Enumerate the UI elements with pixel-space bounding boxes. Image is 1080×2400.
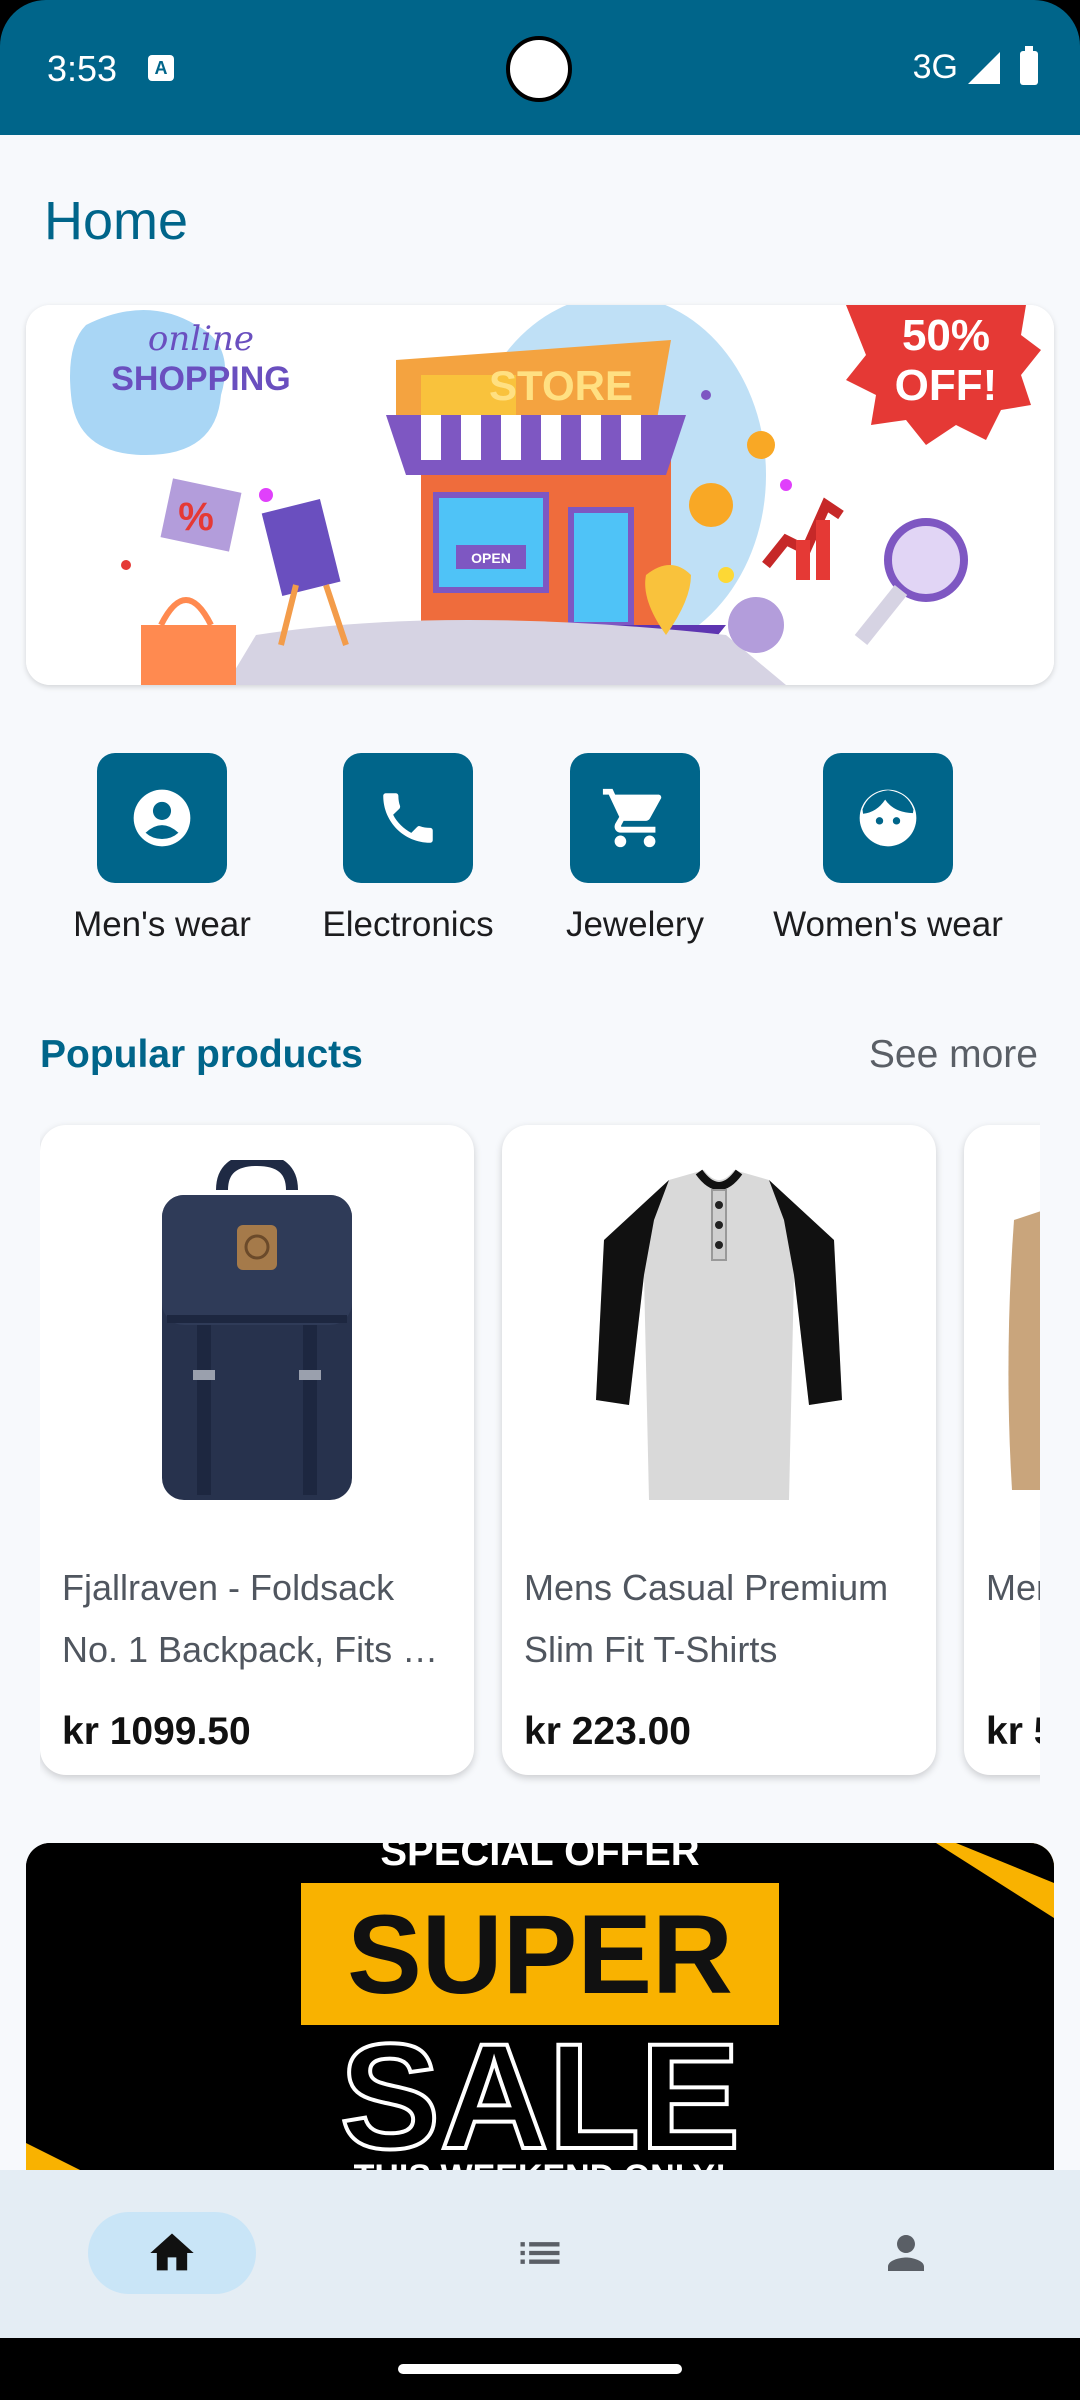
- status-bar: 3:53 A 3G: [0, 0, 1080, 135]
- banner-store-sign: STORE: [489, 362, 633, 409]
- gesture-bar[interactable]: [398, 2364, 682, 2374]
- category-label: Jewelery: [565, 905, 705, 944]
- camera-cutout: [506, 36, 572, 102]
- category-jewelery[interactable]: Jewelery: [515, 753, 755, 953]
- product-name: Fjallraven - Foldsack No. 1 Backpack, Fi…: [62, 1567, 443, 1670]
- product-card[interactable]: Mens Casual Premium Slim Fit T-Shirts kr…: [502, 1125, 936, 1775]
- banner-online-text: online: [148, 319, 254, 359]
- super-sale-banner[interactable]: SPECIAL OFFER SUPER SALE THIS WEEKEND ON…: [26, 1843, 1054, 2170]
- products-carousel[interactable]: Fjallraven - Foldsack No. 1 Backpack, Fi…: [40, 1115, 1040, 1805]
- category-mens-wear[interactable]: Men's wear: [42, 753, 282, 953]
- category-label: Electronics: [322, 905, 494, 944]
- account-circle-icon[interactable]: [97, 753, 227, 883]
- product-image-backpack: [40, 1125, 474, 1545]
- product-card[interactable]: Men kr 5: [964, 1125, 1040, 1775]
- sale-weekend-text: THIS WEEKEND ONLY!: [354, 2158, 727, 2170]
- category-row: Men's wear Electronics Jewelery Women's …: [0, 753, 1080, 953]
- product-price: kr 223.00: [524, 1710, 691, 1753]
- nav-profile[interactable]: [822, 2212, 990, 2294]
- sale-special-offer: SPECIAL OFFER: [380, 1843, 699, 1874]
- product-card[interactable]: Fjallraven - Foldsack No. 1 Backpack, Fi…: [40, 1125, 474, 1775]
- phone-icon[interactable]: [343, 753, 473, 883]
- sale-super-text: SUPER: [347, 1892, 733, 2017]
- phone-screen: 3:53 A 3G Home online SHOPPING 50% OFF!: [0, 0, 1080, 2400]
- banner-open-sign: OPEN: [471, 550, 511, 566]
- banner-discount-line1: 50%: [902, 311, 990, 360]
- banner-discount-line2: OFF!: [895, 361, 998, 410]
- shopping-promo-banner[interactable]: online SHOPPING 50% OFF! STORE OPEN %: [26, 305, 1054, 685]
- banner-shopping-text: SHOPPING: [111, 360, 290, 398]
- product-price: kr 1099.50: [62, 1710, 251, 1753]
- bottom-navigation: [0, 2170, 1080, 2338]
- list-icon: [520, 2242, 560, 2264]
- product-name: Men: [986, 1567, 1040, 1608]
- battery-icon: [1020, 45, 1038, 85]
- product-image-tshirt: [502, 1125, 936, 1545]
- category-label: Men's wear: [73, 905, 251, 944]
- shopping-banner-illustration: online SHOPPING 50% OFF! STORE OPEN %: [26, 305, 1054, 685]
- category-electronics[interactable]: Electronics: [288, 753, 528, 953]
- home-content[interactable]: Home online SHOPPING 50% OFF! STORE OPEN…: [0, 135, 1080, 2170]
- see-more-link[interactable]: See more: [869, 1033, 1038, 1077]
- nav-list[interactable]: [456, 2212, 624, 2294]
- home-icon: [150, 2233, 194, 2271]
- popular-products-header: Popular products See more: [40, 1033, 1040, 1093]
- sale-sale-text: SALE: [340, 2012, 740, 2170]
- category-label: Women's wear: [773, 905, 1003, 944]
- network-type: 3G: [912, 48, 958, 86]
- nav-home[interactable]: [88, 2212, 256, 2294]
- signal-icon: [968, 51, 1000, 84]
- status-indicators: 3G: [912, 45, 1038, 87]
- product-image-jacket: [964, 1125, 1040, 1545]
- product-name: Mens Casual Premium Slim Fit T-Shirts: [524, 1567, 889, 1670]
- section-title: Popular products: [40, 1033, 363, 1076]
- shopping-cart-icon[interactable]: [570, 753, 700, 883]
- percent-tag-glyph: %: [178, 495, 214, 539]
- notification-icon: A: [148, 55, 174, 81]
- person-icon: [888, 2235, 924, 2271]
- product-price: kr 5: [986, 1710, 1040, 1753]
- status-time: 3:53: [47, 48, 118, 89]
- face-icon[interactable]: [823, 753, 953, 883]
- category-womens-wear[interactable]: Women's wear: [768, 753, 1008, 953]
- super-sale-illustration: SPECIAL OFFER SUPER SALE THIS WEEKEND ON…: [26, 1843, 1054, 2170]
- page-title: Home: [44, 191, 189, 251]
